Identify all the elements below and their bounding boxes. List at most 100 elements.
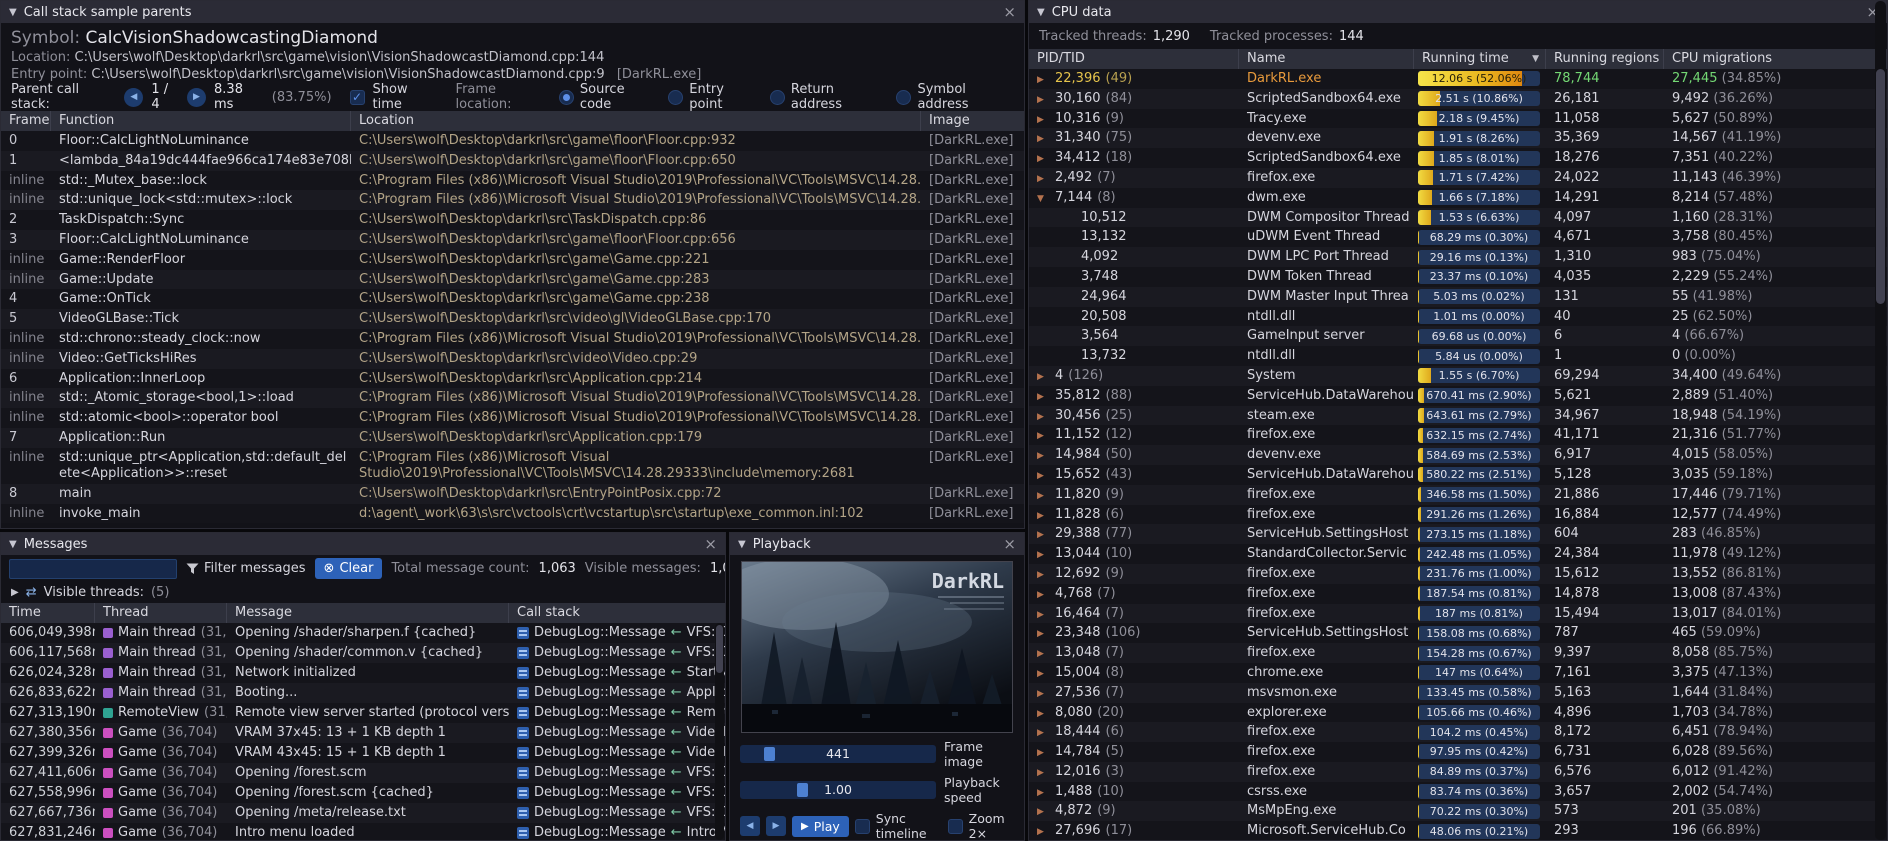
- cpu-process-row[interactable]: ▶14,784(5)firefox.exe97.95 ms (0.42%)6,7…: [1029, 742, 1887, 762]
- tree-collapsed-icon[interactable]: ▶: [1037, 368, 1050, 386]
- callstack-frame-row[interactable]: 0Floor::CalcLightNoLuminanceC:\Users\wol…: [1, 131, 1024, 151]
- cpu-thread-row[interactable]: 10,512DWM Compositor Thread1.53 s (6.63%…: [1029, 208, 1887, 228]
- callstack-frame-row[interactable]: inlinestd::atomic<bool>::operator boolC:…: [1, 408, 1024, 428]
- frame-location-option[interactable]: Entry point: [668, 82, 756, 112]
- message-row[interactable]: 626,833,622nsMain thread(31,596)Booting.…: [1, 683, 725, 703]
- tree-collapsed-icon[interactable]: ▶: [1037, 784, 1050, 802]
- cpu-process-row[interactable]: ▶23,348(106)ServiceHub.SettingsHost158.0…: [1029, 623, 1887, 643]
- cpu-thread-row[interactable]: 24,964DWM Master Input Threa5.03 ms (0.0…: [1029, 287, 1887, 307]
- tree-collapsed-icon[interactable]: ▶: [1037, 586, 1050, 604]
- prev-parent-button[interactable]: ◀: [124, 88, 143, 107]
- close-icon[interactable]: ×: [1003, 537, 1016, 552]
- frame-step-back-button[interactable]: ◀: [740, 816, 760, 836]
- close-icon[interactable]: ×: [1003, 5, 1016, 20]
- column-header-name[interactable]: Name: [1239, 49, 1414, 69]
- callstack-frame-row[interactable]: inlinestd::unique_ptr<Application,std::d…: [1, 448, 1024, 484]
- callstack-frame-row[interactable]: 8mainC:\Users\wolf\Desktop\darkrl\src\En…: [1, 484, 1024, 504]
- message-callstack[interactable]: DebugLog::Message←VFS::Open: [509, 763, 725, 783]
- tree-collapsed-icon[interactable]: ▶: [1037, 507, 1050, 525]
- radio-source-code[interactable]: [559, 90, 574, 105]
- zoom-2x-checkbox[interactable]: [948, 819, 963, 834]
- column-header-location[interactable]: Location: [351, 111, 921, 131]
- column-header-thread[interactable]: Thread: [95, 603, 227, 623]
- column-header-callstack[interactable]: Call stack: [509, 603, 725, 623]
- cpu-process-row[interactable]: ▶15,652(43)ServiceHub.DataWarehou580.22 …: [1029, 465, 1887, 485]
- cpu-scrollbar[interactable]: [1875, 1, 1886, 840]
- play-button[interactable]: ▶ Play: [792, 816, 849, 837]
- tree-collapsed-icon[interactable]: ▶: [1037, 764, 1050, 782]
- message-row[interactable]: 627,380,356nsGame(36,704)VRAM 37x45: 13 …: [1, 723, 725, 743]
- tree-collapsed-icon[interactable]: ▶: [1037, 665, 1050, 683]
- cpu-process-row[interactable]: ▶1,488(10)csrss.exe83.74 ms (0.36%)3,657…: [1029, 782, 1887, 802]
- cpu-process-row[interactable]: ▶2,492(7)firefox.exe1.71 s (7.42%)24,022…: [1029, 168, 1887, 188]
- cpu-process-row[interactable]: ▶4,768(7)firefox.exe187.54 ms (0.81%)14,…: [1029, 584, 1887, 604]
- callstack-frame-row[interactable]: inlinestd::chrono::steady_clock::nowC:\P…: [1, 329, 1024, 349]
- tree-collapsed-icon[interactable]: ▶: [1037, 71, 1050, 89]
- callstack-frame-row[interactable]: 4Game::OnTickC:\Users\wolf\Desktop\darkr…: [1, 289, 1024, 309]
- show-time-checkbox[interactable]: ✓: [350, 90, 365, 105]
- cpu-process-row[interactable]: ▶18,444(6)firefox.exe104.2 ms (0.45%)8,1…: [1029, 722, 1887, 742]
- callstack-frame-row[interactable]: 2TaskDispatch::SyncC:\Users\wolf\Desktop…: [1, 210, 1024, 230]
- tree-collapsed-icon[interactable]: ▶: [1037, 744, 1050, 762]
- callstack-frame-row[interactable]: inlineGame::UpdateC:\Users\wolf\Desktop\…: [1, 270, 1024, 290]
- visible-threads-row[interactable]: ▶ ⇄ Visible threads: (5): [1, 582, 725, 603]
- frame-image-slider[interactable]: 441: [740, 745, 936, 763]
- message-row[interactable]: 606,049,398nsMain thread(31,596)Opening …: [1, 623, 725, 643]
- tree-collapsed-icon[interactable]: ▶: [1037, 487, 1050, 505]
- column-header-time[interactable]: Time: [1, 603, 95, 623]
- frame-step-forward-button[interactable]: ▶: [766, 816, 786, 836]
- cpu-process-row[interactable]: ▶4(126)System1.55 s (6.70%)69,29434,400 …: [1029, 366, 1887, 386]
- callstack-frame-row[interactable]: inlinestd::_Mutex_base::lockC:\Program F…: [1, 171, 1024, 191]
- radio-return-address[interactable]: [770, 90, 785, 105]
- cpu-process-row[interactable]: ▶10,316(9)Tracy.exe2.18 s (9.45%)11,0585…: [1029, 109, 1887, 129]
- frame-location-option[interactable]: Return address: [770, 82, 883, 112]
- cpu-thread-row[interactable]: 13,732ntdll.dll5.84 us (0.00%)10 (0.00%): [1029, 346, 1887, 366]
- message-row[interactable]: 627,558,996nsGame(36,704)Opening /forest…: [1, 783, 725, 803]
- cpu-thread-row[interactable]: 3,748DWM Token Thread23.37 ms (0.10%)4,0…: [1029, 267, 1887, 287]
- cpu-process-row[interactable]: ▶30,160(84)ScriptedSandbox64.exe2.51 s (…: [1029, 89, 1887, 109]
- cpu-process-row[interactable]: ▶34,412(18)ScriptedSandbox64.exe1.85 s (…: [1029, 148, 1887, 168]
- cpu-process-row[interactable]: ▶27,536(7)msvsmon.exe133.45 ms (0.58%)5,…: [1029, 683, 1887, 703]
- message-callstack[interactable]: DebugLog::Message←VideoMemo: [509, 743, 725, 763]
- callstack-frame-row[interactable]: inlineGame::RenderFloorC:\Users\wolf\Des…: [1, 250, 1024, 270]
- messages-scrollbar-thumb[interactable]: [716, 625, 723, 673]
- message-callstack[interactable]: DebugLog::Message←VideoMemo: [509, 723, 725, 743]
- message-row[interactable]: 627,411,606nsGame(36,704)Opening /forest…: [1, 763, 725, 783]
- tree-collapsed-icon[interactable]: ▶: [1037, 685, 1050, 703]
- collapse-icon[interactable]: ▼: [1037, 7, 1045, 18]
- column-header-cpu-migrations[interactable]: CPU migrations: [1664, 49, 1887, 69]
- message-filter-input[interactable]: [9, 559, 177, 579]
- tree-collapsed-icon[interactable]: ▶: [1037, 724, 1050, 742]
- tree-collapsed-icon[interactable]: ▶: [1037, 526, 1050, 544]
- tree-collapsed-icon[interactable]: ▶: [1037, 625, 1050, 643]
- tree-collapsed-icon[interactable]: ▶: [1037, 467, 1050, 485]
- column-header-image[interactable]: Image: [921, 111, 1024, 131]
- cpu-process-row[interactable]: ▶8,080(20)explorer.exe105.66 ms (0.46%)4…: [1029, 703, 1887, 723]
- cpu-process-row[interactable]: ▶27,696(17)Microsoft.ServiceHub.Co48.06 …: [1029, 821, 1887, 840]
- tree-collapsed-icon[interactable]: ▶: [1037, 130, 1050, 148]
- callstack-frame-row[interactable]: 7Application::RunC:\Users\wolf\Desktop\d…: [1, 428, 1024, 448]
- message-callstack[interactable]: DebugLog::Message←VFS::Open: [509, 623, 725, 643]
- clear-button[interactable]: ⊗ Clear: [315, 558, 383, 579]
- collapse-icon[interactable]: ▼: [9, 7, 17, 18]
- tree-collapsed-icon[interactable]: ▶: [1037, 803, 1050, 821]
- cpu-process-row[interactable]: ▶12,692(9)firefox.exe231.76 ms (1.00%)15…: [1029, 564, 1887, 584]
- message-callstack[interactable]: DebugLog::Message←VFS::Open: [509, 783, 725, 803]
- close-icon[interactable]: ×: [704, 537, 717, 552]
- radio-entry-point[interactable]: [668, 90, 683, 105]
- message-callstack[interactable]: DebugLog::Message←VFS::Open: [509, 643, 725, 663]
- tree-collapsed-icon[interactable]: ▶: [1037, 606, 1050, 624]
- column-header-pid-tid[interactable]: PID/TID: [1029, 49, 1239, 69]
- shuffle-icon[interactable]: ⇄: [26, 585, 37, 600]
- cpu-process-row[interactable]: ▶15,004(8)chrome.exe147 ms (0.64%)7,1613…: [1029, 663, 1887, 683]
- message-callstack[interactable]: DebugLog::Message←IntroMenu::: [509, 823, 725, 840]
- callstack-frame-row[interactable]: 5VideoGLBase::TickC:\Users\wolf\Desktop\…: [1, 309, 1024, 329]
- tree-collapsed-icon[interactable]: ▶: [1037, 566, 1050, 584]
- frame-location-option[interactable]: Symbol address: [896, 82, 1014, 112]
- message-row[interactable]: 627,313,190nsRemoteView(31,392)Remote vi…: [1, 703, 725, 723]
- cpu-process-row[interactable]: ▶4,872(9)MsMpEng.exe70.22 ms (0.30%)5732…: [1029, 801, 1887, 821]
- tree-expanded-icon[interactable]: ▼: [1037, 190, 1050, 208]
- tree-collapsed-icon[interactable]: ▶: [1037, 91, 1050, 109]
- cpu-scrollbar-thumb[interactable]: [1876, 69, 1885, 304]
- tree-collapsed-icon[interactable]: ▶: [1037, 705, 1050, 723]
